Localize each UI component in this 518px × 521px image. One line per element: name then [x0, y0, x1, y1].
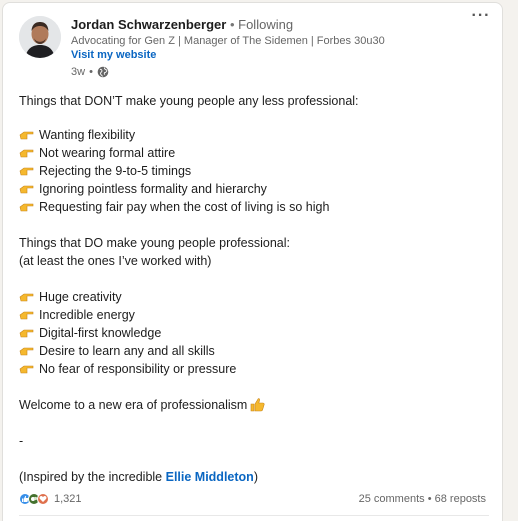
pointing-hand-icon	[19, 167, 34, 176]
thumbs-up-icon	[251, 398, 265, 412]
list-item: Wanting flexibility	[19, 126, 135, 144]
author-avatar[interactable]	[19, 16, 61, 58]
list-item: Not wearing formal attire	[19, 144, 175, 162]
pointing-hand-icon	[19, 311, 34, 320]
list-item-text: Not wearing formal attire	[39, 146, 176, 160]
pointing-hand-icon	[19, 347, 34, 356]
author-name[interactable]: Jordan Schwarzenberger	[71, 17, 226, 32]
list-item: Huge creativity	[19, 288, 122, 306]
welcome-line: Welcome to a new era of professionalism	[19, 396, 265, 414]
list-item-text: Incredible energy	[39, 308, 135, 322]
reactions-summary[interactable]: 1,321	[19, 493, 82, 505]
list-item-text: Ignoring pointless formality and hierarc…	[39, 182, 267, 196]
dash-line: -	[19, 434, 24, 448]
post-meta: 3w •	[71, 66, 109, 78]
comments-count-link[interactable]: 25 comments	[359, 493, 425, 505]
reaction-count: 1,321	[54, 493, 82, 505]
time-separator: •	[89, 66, 93, 78]
pointing-hand-icon	[19, 185, 34, 194]
list-item-text: Requesting fair pay when the cost of liv…	[39, 200, 330, 214]
author-photo	[19, 16, 61, 58]
name-separator: •	[229, 17, 235, 32]
pointing-hand-icon	[19, 293, 34, 302]
mention-ellie-middleton[interactable]: Ellie Middleton	[166, 470, 254, 484]
list-item: No fear of responsibility or pressure	[19, 360, 236, 378]
action-bar-divider	[19, 515, 489, 516]
intro-line-do: Things that DO make young people profess…	[19, 236, 290, 250]
author-headline: Advocating for Gen Z | Manager of The Si…	[71, 35, 385, 47]
love-icon	[37, 493, 49, 505]
list-item: Desire to learn any and all skills	[19, 342, 215, 360]
list-item-text: Desire to learn any and all skills	[39, 344, 215, 358]
pointing-hand-icon	[19, 131, 34, 140]
welcome-text: Welcome to a new era of professionalism	[19, 398, 248, 412]
inspired-text: (Inspired by the incredible	[19, 470, 166, 484]
post-card: Jordan Schwarzenberger • Following Advoc…	[2, 2, 503, 521]
stats-separator: •	[427, 493, 432, 505]
more-options-button[interactable]: ···	[469, 7, 493, 29]
author-line: Jordan Schwarzenberger • Following	[71, 17, 293, 32]
list-item-text: No fear of responsibility or pressure	[39, 362, 237, 376]
more-horizontal-icon: ···	[471, 7, 491, 24]
inspired-close: )	[253, 470, 258, 484]
list-item: Rejecting the 9-to-5 timings	[19, 162, 191, 180]
list-item: Incredible energy	[19, 306, 135, 324]
post-time: 3w	[71, 66, 86, 78]
intro-line-note: (at least the ones I’ve worked with)	[19, 254, 212, 268]
pointing-hand-icon	[19, 365, 34, 374]
globe-icon	[97, 66, 109, 78]
visit-website-link[interactable]: Visit my website	[71, 49, 156, 61]
list-item-text: Wanting flexibility	[39, 128, 136, 142]
list-item-text: Digital-first knowledge	[39, 326, 162, 340]
list-item: Digital-first knowledge	[19, 324, 161, 342]
pointing-hand-icon	[19, 149, 34, 158]
reposts-count-link[interactable]: 68 reposts	[435, 493, 486, 505]
list-item-text: Huge creativity	[39, 290, 122, 304]
list-item: Ignoring pointless formality and hierarc…	[19, 180, 267, 198]
list-item-text: Rejecting the 9-to-5 timings	[39, 164, 192, 178]
pointing-hand-icon	[19, 329, 34, 338]
intro-line-dont: Things that DON’T make young people any …	[19, 94, 359, 108]
following-status: Following	[238, 17, 294, 32]
pointing-hand-icon	[19, 203, 34, 212]
list-item: Requesting fair pay when the cost of liv…	[19, 198, 329, 216]
engagement-stats: 25 comments • 68 reposts	[359, 493, 486, 505]
inspired-line: (Inspired by the incredible Ellie Middle…	[19, 468, 258, 486]
